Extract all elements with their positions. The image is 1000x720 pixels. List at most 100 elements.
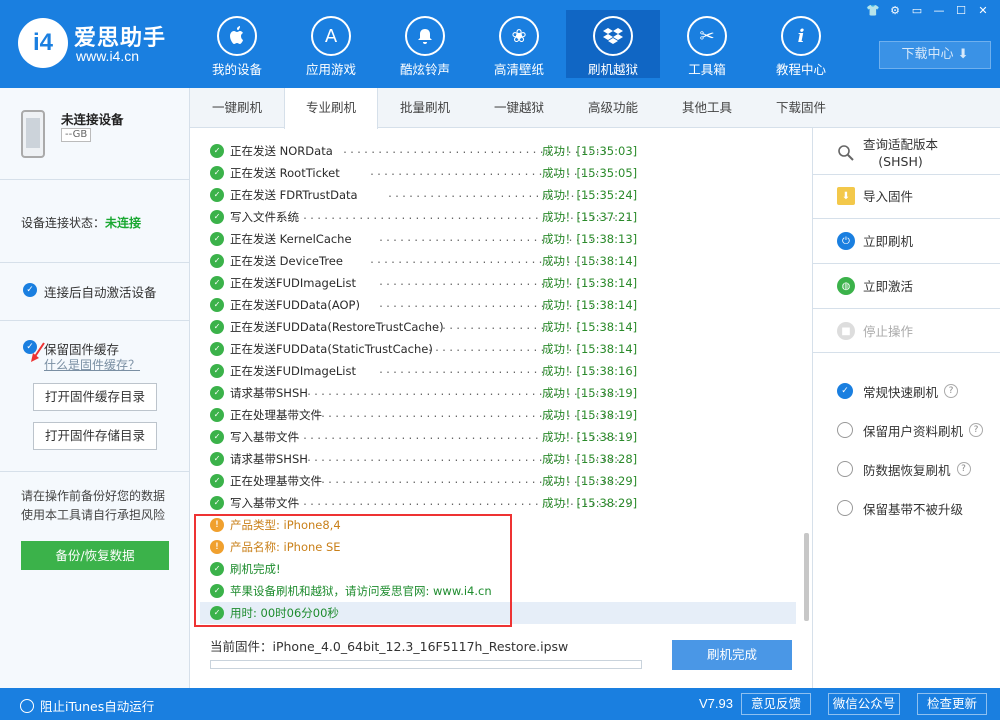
dropbox-icon [593, 16, 633, 56]
query-shsh-action[interactable]: 查询适配版本 (SHSH) [837, 136, 997, 170]
success-check-icon: ✓ [210, 254, 224, 268]
mode-keep-data-flash[interactable]: 保留用户资料刷机 ? [837, 420, 997, 440]
success-check-icon: ✓ [210, 144, 224, 158]
log-result: 成功！[15:38:19] [542, 386, 638, 400]
device-capacity: --GB [61, 128, 92, 142]
tab-pro-flash[interactable]: 专业刷机 [284, 88, 378, 129]
success-check-icon: ✓ [210, 320, 224, 334]
tab-batch-flash[interactable]: 批量刷机 [378, 88, 472, 128]
log-result: 成功！[15:35:03] [542, 144, 638, 158]
block-itunes-label: 阻止iTunes自动运行 [40, 699, 155, 714]
footer: 阻止iTunes自动运行 V7.93 意见反馈 微信公众号 检查更新 [0, 688, 1000, 720]
mode-label: 保留基带不被升级 [863, 501, 964, 517]
nav-wallpapers[interactable]: ❀ 高清壁纸 [472, 10, 566, 78]
log-result: 成功！[15:38:29] [542, 474, 638, 488]
stop-icon: ■ [837, 322, 855, 340]
divider [813, 174, 1000, 175]
mode-keep-baseband[interactable]: 保留基带不被升级 [837, 498, 997, 518]
info-icon: i [781, 16, 821, 56]
flash-done-button[interactable]: 刷机完成 [672, 640, 792, 670]
nav-label: 我的设备 [211, 62, 262, 77]
import-firmware-action[interactable]: ⬇ 导入固件 [837, 181, 997, 211]
nav-toolbox[interactable]: ✂ 工具箱 [660, 10, 754, 78]
help-icon[interactable]: ? [944, 384, 959, 398]
radio-unselected[interactable] [837, 500, 853, 516]
tab-other-tools[interactable]: 其他工具 [660, 88, 754, 128]
log-step: 正在发送 NORData [230, 144, 333, 158]
log-step: 正在发送FUDImageList [230, 364, 357, 378]
nav-my-device[interactable]: 我的设备 [190, 10, 284, 78]
divider [813, 263, 1000, 264]
divider [813, 308, 1000, 309]
mode-label: 防数据恢复刷机 [863, 462, 951, 478]
nav-label: 高清壁纸 [493, 62, 544, 77]
nav-tutorials[interactable]: i 教程中心 [754, 10, 848, 78]
what-is-cache-link[interactable]: 什么是固件缓存？ [44, 356, 140, 373]
divider [0, 262, 189, 263]
help-icon[interactable]: ? [956, 462, 971, 476]
stop-action[interactable]: ■ 停止操作 [837, 316, 997, 346]
close-icon[interactable]: ✕ [974, 3, 992, 19]
block-itunes-radio[interactable] [20, 698, 34, 713]
divider [0, 320, 189, 321]
log-step: 正在发送 DeviceTree [230, 254, 343, 268]
log-result: 成功！[15:38:14] [542, 342, 638, 356]
import-folder-icon: ⬇ [837, 187, 855, 205]
mode-quick-flash[interactable]: ✓ 常规快速刷机 ? [837, 381, 997, 401]
flash-progress-bar [210, 660, 642, 669]
tab-download-firmware[interactable]: 下载固件 [754, 88, 848, 128]
activate-now-action[interactable]: ◍ 立即激活 [837, 271, 997, 301]
flash-tabs: 一键刷机 专业刷机 批量刷机 一键越狱 高级功能 其他工具 下载固件 [190, 88, 1000, 129]
nav-ringtones[interactable]: 酷炫铃声 [378, 10, 472, 78]
nav-label: 酷炫铃声 [399, 62, 450, 77]
success-check-icon: ✓ [210, 276, 224, 290]
tab-one-click-flash[interactable]: 一键刷机 [190, 88, 284, 128]
block-itunes-option[interactable]: 阻止iTunes自动运行 [20, 696, 154, 715]
success-check-icon: ✓ [210, 452, 224, 466]
mode-anti-recovery-flash[interactable]: 防数据恢复刷机 ? [837, 459, 997, 479]
nav-label: 工具箱 [688, 62, 726, 77]
flash-now-action[interactable]: ⏻ 立即刷机 [837, 226, 997, 256]
tab-advanced[interactable]: 高级功能 [566, 88, 660, 128]
keep-cache-checkbox[interactable]: ✓ [23, 340, 37, 354]
nav-apps-games[interactable]: A 应用游戏 [284, 10, 378, 78]
backup-restore-button[interactable]: 备份/恢复数据 [21, 541, 169, 570]
log-result: 成功！[15:38:14] [542, 276, 638, 290]
success-check-icon: ✓ [210, 166, 224, 180]
log-result: 成功！[15:38:14] [542, 254, 638, 268]
radio-unselected[interactable] [837, 461, 853, 477]
log-result: 成功！[15:38:19] [542, 408, 638, 422]
nav-flash-jailbreak[interactable]: 刷机越狱 [566, 10, 660, 78]
radio-unselected[interactable] [837, 422, 853, 438]
log-result: 成功！[15:38:13] [542, 232, 638, 246]
maximize-icon[interactable]: ☐ [952, 3, 970, 19]
wechat-button[interactable]: 微信公众号 [828, 693, 900, 715]
success-check-icon: ✓ [210, 232, 224, 246]
log-step: 正在发送 FDRTrustData [230, 188, 358, 202]
highlight-box [194, 514, 512, 627]
download-center-button[interactable]: 下载中心 ⬇ [879, 41, 991, 69]
divider [813, 352, 1000, 353]
feedback-button[interactable]: 意见反馈 [741, 693, 811, 715]
connection-value: 未连接 [105, 216, 142, 230]
auto-activate-checkbox[interactable]: ✓ [23, 283, 37, 297]
import-firmware-label: 导入固件 [863, 188, 914, 204]
radio-selected[interactable]: ✓ [837, 383, 853, 399]
help-icon[interactable]: ? [969, 423, 984, 437]
right-panel: 查询适配版本 (SHSH) ⬇ 导入固件 ⏻ 立即刷机 ◍ 立即激活 ■ 停止操… [812, 128, 1000, 688]
check-update-button[interactable]: 检查更新 [917, 693, 987, 715]
minimize-icon[interactable]: — [930, 3, 948, 19]
window-controls: 👕 ⚙ ▭ — ☐ ✕ [864, 3, 992, 19]
skin-icon[interactable]: 👕 [864, 3, 882, 19]
tab-jailbreak[interactable]: 一键越狱 [472, 88, 566, 128]
log-result: 成功！[15:38:16] [542, 364, 638, 378]
open-cache-dir-button[interactable]: 打开固件缓存目录 [33, 383, 157, 411]
globe-icon: ◍ [837, 277, 855, 295]
log-scrollbar[interactable] [804, 533, 809, 621]
header: i4 爱思助手 www.i4.cn 我的设备 A 应用游戏 酷炫铃声 ❀ 高清壁… [0, 0, 1000, 88]
flower-icon: ❀ [499, 16, 539, 56]
mini-mode-icon[interactable]: ▭ [908, 3, 926, 19]
settings-icon[interactable]: ⚙ [886, 3, 904, 19]
connection-label: 设备连接状态： [21, 216, 106, 230]
open-storage-dir-button[interactable]: 打开固件存储目录 [33, 422, 157, 450]
